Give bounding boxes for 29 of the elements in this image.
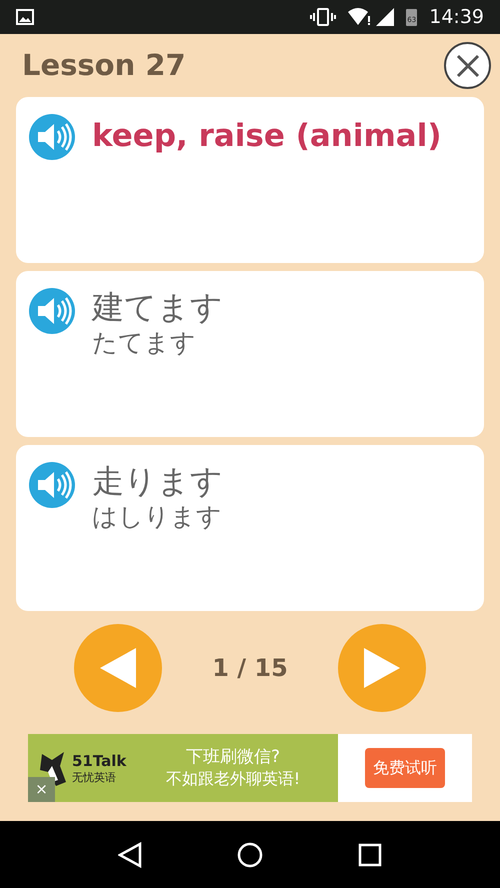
page-counter: 1 / 15 bbox=[212, 653, 288, 684]
image-icon bbox=[16, 9, 34, 25]
ad-tagline: 不如跟老外聊英语! bbox=[166, 768, 300, 789]
speaker-icon[interactable] bbox=[28, 461, 76, 509]
meaning-text: keep, raise (animal) bbox=[92, 117, 442, 156]
brand-name: 51Talk bbox=[72, 752, 126, 770]
speaker-icon[interactable] bbox=[28, 113, 76, 161]
signal-icon bbox=[376, 8, 394, 26]
reading-text: はしります bbox=[92, 501, 223, 532]
back-icon[interactable] bbox=[118, 842, 142, 868]
speaker-icon[interactable] bbox=[28, 287, 76, 335]
wifi-icon bbox=[348, 8, 372, 26]
close-icon bbox=[456, 54, 480, 78]
reading-text: たてます bbox=[92, 327, 197, 358]
word-text: 建てます bbox=[92, 287, 223, 327]
vibrate-icon bbox=[310, 8, 336, 26]
right-triangle-icon bbox=[364, 648, 400, 688]
clock-text: 14:39 bbox=[429, 4, 484, 30]
brand-subtitle: 无忧英语 bbox=[72, 770, 117, 784]
word-text: 走ります bbox=[92, 461, 223, 501]
recents-icon[interactable] bbox=[358, 842, 382, 866]
close-button[interactable] bbox=[444, 42, 491, 89]
home-icon[interactable] bbox=[236, 842, 263, 868]
ad-headline: 下班刷微信? bbox=[186, 747, 280, 769]
ad-banner[interactable]: 51Talk 无忧英语 下班刷微信? 不如跟老外聊英语! 免费试听 × bbox=[28, 734, 472, 802]
ad-close-button[interactable]: × bbox=[28, 777, 55, 802]
free-trial-button[interactable]: 免费试听 bbox=[365, 748, 445, 788]
lesson-title: Lesson 27 bbox=[22, 46, 186, 84]
left-triangle-icon bbox=[100, 648, 136, 688]
